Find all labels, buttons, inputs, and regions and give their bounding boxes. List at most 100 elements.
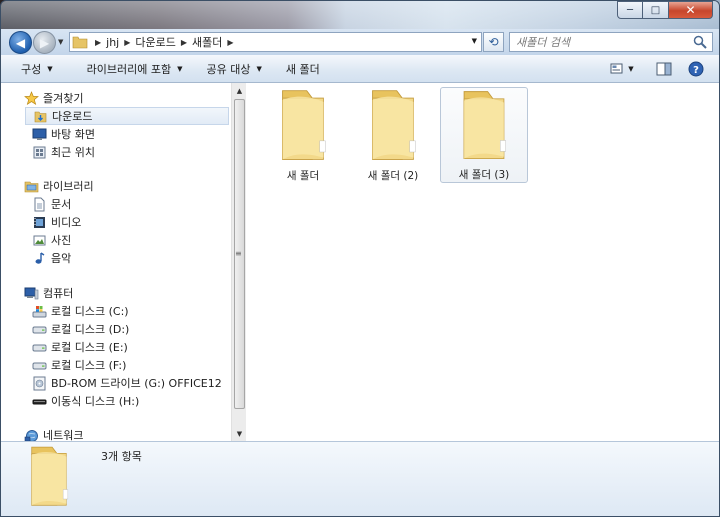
title-bar: ─ □ ✕: [1, 1, 719, 29]
folder-item-selected[interactable]: 새 폴더 (3): [440, 87, 528, 183]
nav-pictures[interactable]: 사진: [31, 231, 229, 249]
change-view-button[interactable]: ▼: [607, 58, 637, 80]
nav-label: 로컬 디스크 (C:): [51, 305, 129, 318]
search-input[interactable]: [516, 35, 686, 49]
view-icon: [610, 63, 623, 74]
recent-places-icon: [31, 144, 47, 160]
nav-downloads[interactable]: 다운로드: [25, 107, 229, 125]
help-button[interactable]: ?: [685, 58, 707, 80]
back-button[interactable]: ◀: [9, 31, 32, 54]
share-button[interactable]: 공유 대상 ▼: [197, 58, 272, 80]
nav-network[interactable]: 네트워크: [23, 426, 229, 441]
minimize-button[interactable]: ─: [617, 1, 643, 19]
network-icon: [23, 427, 39, 441]
breadcrumb-separator-icon[interactable]: ▶: [181, 38, 187, 47]
refresh-button[interactable]: ⟲: [483, 32, 504, 52]
file-name: 새 폴더: [286, 170, 320, 182]
new-folder-button[interactable]: 새 폴더: [276, 58, 330, 80]
chevron-down-icon: ▼: [256, 64, 262, 73]
nav-drive-d[interactable]: 로컬 디스크 (D:): [31, 320, 229, 338]
arrow-left-icon: ◀: [15, 35, 26, 50]
include-library-label: 라이브러리에 포함: [86, 62, 172, 76]
folder-icon: [463, 91, 506, 160]
recent-pages-dropdown[interactable]: ▼: [58, 38, 63, 46]
organize-button[interactable]: 구성 ▼: [11, 58, 63, 80]
music-icon: [31, 250, 47, 266]
details-pane: 3개 항목: [1, 441, 719, 516]
nav-label: 네트워크: [43, 429, 84, 441]
command-bar: 구성 ▼ 라이브러리에 포함 ▼ 공유 대상 ▼ 새 폴더 ▼ ?: [1, 55, 719, 83]
breadcrumb-separator-icon[interactable]: ▶: [124, 38, 130, 47]
nav-scrollbar[interactable]: ▲ ≡ ▼: [231, 83, 246, 441]
nav-drive-f[interactable]: 로컬 디스크 (F:): [31, 356, 229, 374]
folder-icon: [31, 446, 69, 506]
folder-icon: [72, 36, 88, 49]
nav-label: 로컬 디스크 (D:): [51, 323, 130, 336]
maximize-button[interactable]: □: [643, 1, 669, 19]
nav-recent[interactable]: 최근 위치: [31, 143, 229, 161]
chevron-down-icon: ▼: [47, 64, 53, 73]
folder-item[interactable]: 새 폴더 (2): [349, 87, 437, 183]
close-icon: ✕: [685, 3, 696, 17]
include-library-button[interactable]: 라이브러리에 포함 ▼: [77, 58, 193, 80]
nav-label: 로컬 디스크 (F:): [51, 359, 127, 372]
desktop-icon: [31, 126, 47, 142]
computer-icon: [23, 285, 39, 301]
item-count: 3개 항목: [101, 450, 142, 463]
nav-label: BD-ROM 드라이브 (G:) OFFICE12: [51, 377, 222, 390]
caption-buttons: ─ □ ✕: [617, 1, 713, 19]
main-area: 즐겨찾기 다운로드 바탕 화면 최근 위치 라이브러리 문서 비디오 사진 음악…: [1, 83, 719, 441]
nav-drive-c[interactable]: 로컬 디스크 (C:): [31, 302, 229, 320]
explorer-window: ─ □ ✕ ◀ ▶ ▼ ▶ jhj ▶ 다운로드 ▶ 새폴더 ▶ ▼ ⟲ 구성 ▼…: [0, 0, 720, 517]
share-label: 공유 대상: [206, 62, 251, 76]
nav-label: 이동식 디스크 (H:): [51, 395, 140, 408]
breadcrumb-item[interactable]: 다운로드: [135, 34, 175, 50]
breadcrumb-separator-icon[interactable]: ▶: [95, 38, 101, 47]
forward-button[interactable]: ▶: [33, 31, 56, 54]
nav-videos[interactable]: 비디오: [31, 213, 229, 231]
breadcrumb-separator-icon[interactable]: ▶: [227, 38, 233, 47]
folder-icon: [372, 90, 416, 160]
nav-label: 다운로드: [52, 110, 93, 123]
close-button[interactable]: ✕: [669, 1, 713, 19]
help-icon: ?: [688, 61, 704, 77]
picture-icon: [31, 232, 47, 248]
nav-drive-e[interactable]: 로컬 디스크 (E:): [31, 338, 229, 356]
nav-label: 사진: [51, 234, 72, 247]
nav-drive-g[interactable]: BD-ROM 드라이브 (G:) OFFICE12: [31, 374, 229, 392]
nav-favorites[interactable]: 즐겨찾기: [23, 89, 229, 107]
navigation-pane: 즐겨찾기 다운로드 바탕 화면 최근 위치 라이브러리 문서 비디오 사진 음악…: [9, 83, 231, 441]
breadcrumb-item[interactable]: jhj: [106, 36, 119, 49]
hard-drive-icon: [31, 339, 47, 355]
preview-pane-button[interactable]: [653, 58, 675, 80]
nav-desktop[interactable]: 바탕 화면: [31, 125, 229, 143]
video-icon: [31, 214, 47, 230]
file-list: 새 폴더 새 폴더 (2) 새 폴더 (3): [247, 83, 719, 441]
nav-drive-h[interactable]: 이동식 디스크 (H:): [31, 392, 229, 410]
address-bar[interactable]: ▶ jhj ▶ 다운로드 ▶ 새폴더 ▶ ▼: [69, 32, 482, 52]
refresh-icon: ⟲: [488, 35, 499, 49]
scroll-down-icon[interactable]: ▼: [232, 426, 247, 441]
preview-pane-icon: [656, 62, 672, 76]
folder-item[interactable]: 새 폴더: [259, 87, 347, 183]
nav-libraries[interactable]: 라이브러리: [23, 177, 229, 195]
windows-drive-icon: [31, 303, 47, 319]
nav-label: 즐겨찾기: [43, 92, 84, 105]
chevron-down-icon[interactable]: ▼: [472, 37, 477, 45]
address-bar-row: ◀ ▶ ▼ ▶ jhj ▶ 다운로드 ▶ 새폴더 ▶ ▼ ⟲: [1, 29, 719, 55]
hard-drive-icon: [31, 321, 47, 337]
chevron-down-icon: ▼: [628, 65, 634, 73]
maximize-icon: □: [650, 4, 661, 16]
search-icon[interactable]: [692, 34, 708, 50]
nav-label: 문서: [51, 198, 72, 211]
nav-label: 라이브러리: [43, 180, 94, 193]
nav-label: 음악: [51, 252, 72, 265]
file-name: 새 폴더 (3): [458, 169, 510, 181]
search-box[interactable]: [509, 32, 713, 52]
scroll-up-icon[interactable]: ▲: [232, 83, 247, 98]
nav-documents[interactable]: 문서: [31, 195, 229, 213]
nav-computer[interactable]: 컴퓨터: [23, 284, 229, 302]
nav-label: 컴퓨터: [43, 287, 74, 300]
nav-music[interactable]: 음악: [31, 249, 229, 267]
breadcrumb-item[interactable]: 새폴더: [192, 34, 222, 50]
